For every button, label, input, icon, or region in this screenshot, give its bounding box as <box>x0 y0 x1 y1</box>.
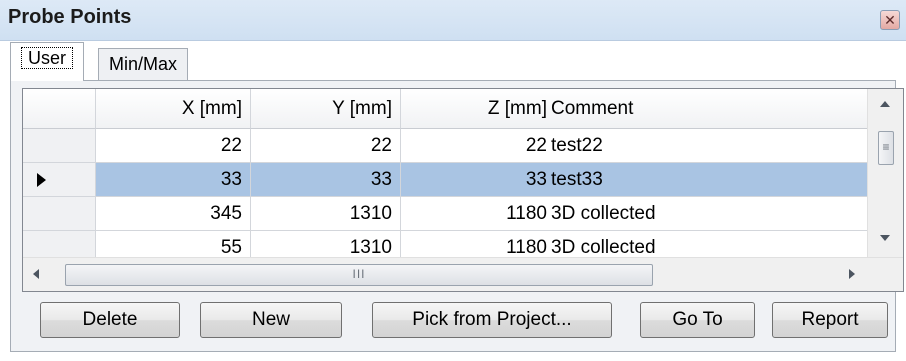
row-header[interactable] <box>23 197 96 231</box>
cell-comment[interactable]: 3D collected <box>551 231 867 257</box>
cell-z[interactable]: 22 <box>401 129 551 163</box>
current-row-arrow-icon <box>37 173 46 187</box>
scroll-right-arrow-icon[interactable] <box>849 269 855 279</box>
row-header[interactable] <box>23 163 96 197</box>
scroll-left-arrow-icon[interactable] <box>33 269 39 279</box>
cell-y[interactable]: 22 <box>251 129 401 163</box>
grid-header-row: X [mm] Y [mm] Z [mm] Comment <box>23 89 867 129</box>
new-button[interactable]: New <box>200 302 342 338</box>
delete-button[interactable]: Delete <box>40 302 180 338</box>
tab-user[interactable]: User <box>10 42 85 81</box>
column-header-y[interactable]: Y [mm] <box>251 89 401 129</box>
cell-z[interactable]: 1180 <box>401 231 551 257</box>
window-title: Probe Points <box>8 6 132 28</box>
cell-y[interactable]: 1310 <box>251 231 401 257</box>
cell-z[interactable]: 1180 <box>401 197 551 231</box>
tab-min-max[interactable]: Min/Max <box>98 48 189 80</box>
cell-y[interactable]: 1310 <box>251 197 401 231</box>
column-header-x[interactable]: X [mm] <box>96 89 251 129</box>
table-row[interactable]: 22 22 22 test22 <box>23 129 867 163</box>
grid-body: X [mm] Y [mm] Z [mm] Comment 22 22 22 te… <box>23 89 867 257</box>
cell-z[interactable]: 33 <box>401 163 551 197</box>
tab-min-max-label: Min/Max <box>109 54 178 74</box>
probe-points-grid[interactable]: X [mm] Y [mm] Z [mm] Comment 22 22 22 te… <box>22 88 904 292</box>
row-header[interactable] <box>23 231 96 257</box>
report-button[interactable]: Report <box>772 302 888 338</box>
row-header[interactable] <box>23 129 96 163</box>
table-row[interactable]: 345 1310 1180 3D collected <box>23 197 867 231</box>
close-icon[interactable]: ✕ <box>880 10 900 30</box>
scroll-up-arrow-icon[interactable] <box>880 101 890 107</box>
tab-user-label: User <box>21 47 74 69</box>
horizontal-scrollbar[interactable]: III <box>23 257 903 291</box>
probe-points-window: Probe Points ✕ User Min/Max X [mm] Y [mm… <box>0 0 906 361</box>
title-bar: Probe Points ✕ <box>0 0 906 41</box>
vertical-scrollbar[interactable]: ≡ <box>867 89 903 257</box>
table-row-selected[interactable]: 33 33 33 test33 <box>23 163 867 197</box>
column-header-comment[interactable]: Comment <box>551 89 867 129</box>
cell-comment[interactable]: 3D collected <box>551 197 867 231</box>
cell-comment[interactable]: test33 <box>551 163 867 197</box>
cell-comment[interactable]: test22 <box>551 129 867 163</box>
cell-x[interactable]: 33 <box>96 163 251 197</box>
pick-from-project-button[interactable]: Pick from Project... <box>372 302 612 338</box>
scroll-down-arrow-icon[interactable] <box>880 235 890 241</box>
cell-x[interactable]: 345 <box>96 197 251 231</box>
horizontal-scroll-thumb[interactable]: III <box>65 264 653 286</box>
table-row[interactable]: 55 1310 1180 3D collected <box>23 231 867 257</box>
vertical-scroll-thumb[interactable]: ≡ <box>878 131 894 165</box>
cell-x[interactable]: 22 <box>96 129 251 163</box>
cell-y[interactable]: 33 <box>251 163 401 197</box>
row-header-corner <box>23 89 96 129</box>
go-to-button[interactable]: Go To <box>640 302 755 338</box>
column-header-z[interactable]: Z [mm] <box>401 89 551 129</box>
cell-x[interactable]: 55 <box>96 231 251 257</box>
